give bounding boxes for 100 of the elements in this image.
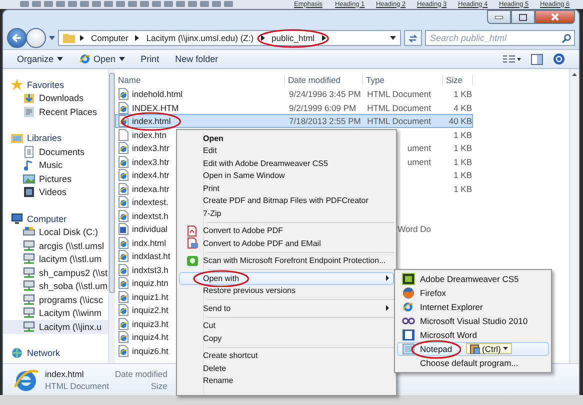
file-name: inquiz1.ht xyxy=(132,292,168,302)
file-name: individual xyxy=(132,224,168,234)
menu-item[interactable]: Choose default program... xyxy=(397,356,549,370)
network-drive-icon xyxy=(23,240,35,252)
type-cell-text: Word Do xyxy=(396,224,431,234)
column-header[interactable]: Type xyxy=(363,75,443,85)
menu-item[interactable]: Internet Explorer xyxy=(397,300,549,314)
menu-item[interactable]: Cut xyxy=(179,320,394,332)
file-name: index4.htr xyxy=(132,170,170,180)
menu-item[interactable]: Adobe Dreamweaver CS5 xyxy=(397,272,549,286)
recent-places-icon xyxy=(23,106,35,118)
toolbar-button[interactable]: New folder xyxy=(175,54,218,64)
sidebar-item[interactable]: programs (\\icsc xyxy=(3,293,108,306)
web-file-icon xyxy=(118,102,129,114)
menu-item[interactable]: Convert to Adobe PDF xyxy=(179,224,394,237)
sidebar-heading[interactable]: Computer xyxy=(11,212,108,226)
maximize-icon xyxy=(519,14,527,20)
toolbar-button[interactable]: Organize xyxy=(17,54,63,64)
size-cell-text: 1 KB xyxy=(452,156,473,166)
sidebar-item[interactable]: Pictures xyxy=(3,172,108,186)
column-header[interactable]: Date modified xyxy=(285,75,363,85)
menu-item[interactable]: Delete xyxy=(179,362,394,374)
breadcrumb[interactable]: Computer xyxy=(89,33,130,43)
network-drive-icon xyxy=(23,253,35,266)
help-icon[interactable] xyxy=(553,53,565,65)
forward-button[interactable] xyxy=(26,28,46,48)
menu-item[interactable]: Rename xyxy=(179,374,394,387)
chevron-icon[interactable] xyxy=(322,35,326,41)
menu-item[interactable]: Edit xyxy=(179,144,394,157)
address-bar[interactable]: Computer Lacitym (\\jinx.umsl.edu) (Z:) public_html xyxy=(58,30,401,46)
menu-item[interactable]: Open with xyxy=(179,272,394,284)
sidebar-item[interactable]: arcgis (\\stl.umsl xyxy=(3,239,108,252)
view-options-icon[interactable] xyxy=(503,54,521,64)
type-cell: HTML Document xyxy=(367,116,431,126)
search-field[interactable]: Search public_html xyxy=(425,30,575,46)
minimize-button[interactable] xyxy=(487,10,511,24)
menu-item[interactable]: Open xyxy=(179,132,394,144)
web-file-icon xyxy=(118,142,129,154)
caret-icon[interactable] xyxy=(49,36,55,40)
sidebar-item[interactable]: Downloads xyxy=(3,92,108,105)
menu-item[interactable]: Convert to Adobe PDF and EMail xyxy=(179,237,394,250)
menu-item[interactable]: Open in Same Window xyxy=(179,170,394,182)
column-header[interactable]: Size xyxy=(443,75,473,85)
menu-item[interactable]: Firefox xyxy=(397,286,549,300)
maximize-button[interactable] xyxy=(511,10,535,24)
size-cell-text: 1 KB xyxy=(452,89,473,99)
toolbar-button[interactable]: Open xyxy=(78,53,125,65)
web-file-icon xyxy=(118,88,129,100)
sidebar-heading[interactable]: Libraries xyxy=(11,132,108,145)
breadcrumb[interactable]: Lacitym (\\jinx.umsl.edu) (Z:) xyxy=(144,33,256,43)
type-cell-text: ument xyxy=(406,143,431,153)
menu-item[interactable]: Scan with Microsoft Forefront Endpoint Protection... xyxy=(179,254,394,267)
menu-item[interactable]: Create PDF and Bitmap Files with PDFCreator xyxy=(179,194,394,207)
menu-item[interactable]: Restore previous versions xyxy=(179,284,394,297)
preview-pane-icon[interactable] xyxy=(531,54,543,64)
selected-row[interactable]: index.html 7/18/2013 2:55 PM HTML Document 40 KB xyxy=(115,114,473,128)
chevron-icon[interactable] xyxy=(135,35,140,41)
menu-item[interactable]: Edit with Adobe Dreamweaver CS5 xyxy=(179,157,394,170)
up-arrow-icon[interactable] xyxy=(572,73,577,76)
sidebar-item[interactable]: Lacitym (\\jinx.u xyxy=(3,320,108,334)
menu-item[interactable]: 7-Zip xyxy=(179,207,394,220)
folder-icon xyxy=(63,33,75,43)
web-file-icon xyxy=(118,250,129,262)
caret-icon[interactable] xyxy=(390,36,396,40)
column-header[interactable]: Name xyxy=(115,75,285,85)
paste-options-button[interactable]: (Ctrl) xyxy=(466,343,512,354)
menu-item[interactable]: Create shortcut xyxy=(179,350,394,362)
sidebar-item[interactable]: Lacitym (\\winm xyxy=(3,306,108,320)
scrollbar[interactable] xyxy=(569,69,579,363)
minimize-icon xyxy=(495,16,503,18)
menu-item[interactable]: Microsoft Visual Studio 2010 xyxy=(397,314,549,328)
sidebar-item[interactable]: lacitym (\\stl.um xyxy=(3,252,108,266)
infinity-icon xyxy=(402,315,415,327)
chevron-icon[interactable] xyxy=(260,35,265,41)
web-file-icon xyxy=(118,169,129,181)
sidebar-item[interactable]: Recent Places xyxy=(3,105,108,118)
sidebar-item[interactable]: Music xyxy=(3,158,108,172)
sidebar-item[interactable]: sh_soba (\\stl.um xyxy=(3,280,108,293)
sidebar-heading[interactable]: Network xyxy=(11,346,108,360)
back-button[interactable] xyxy=(7,28,27,48)
menu-item[interactable]: Microsoft Word xyxy=(397,328,549,342)
refresh-button[interactable] xyxy=(404,30,422,46)
sidebar-item[interactable]: Videos xyxy=(3,186,108,199)
web-file-icon xyxy=(118,210,129,222)
menu-item[interactable]: Copy xyxy=(179,332,394,344)
sidebar-heading[interactable]: Favorites xyxy=(11,78,108,92)
network-drive-icon xyxy=(23,280,35,292)
scrollbar[interactable] xyxy=(108,69,115,363)
file-name: index.htn xyxy=(132,130,166,140)
menu-item[interactable]: Send to xyxy=(179,302,394,314)
size-cell-text: 4 KB xyxy=(452,102,473,112)
scroll-thumb[interactable] xyxy=(108,73,115,293)
sidebar-item[interactable]: Documents xyxy=(3,145,108,158)
refresh-icon xyxy=(408,34,418,42)
toolbar-button[interactable]: Print xyxy=(140,54,160,64)
pdf-icon xyxy=(186,224,198,237)
sidebar-item[interactable]: sh_campus2 (\\st xyxy=(3,266,108,280)
menu-item[interactable]: Print xyxy=(179,182,394,194)
close-button[interactable] xyxy=(535,10,575,24)
sidebar-item[interactable]: Local Disk (C:) xyxy=(3,226,108,239)
